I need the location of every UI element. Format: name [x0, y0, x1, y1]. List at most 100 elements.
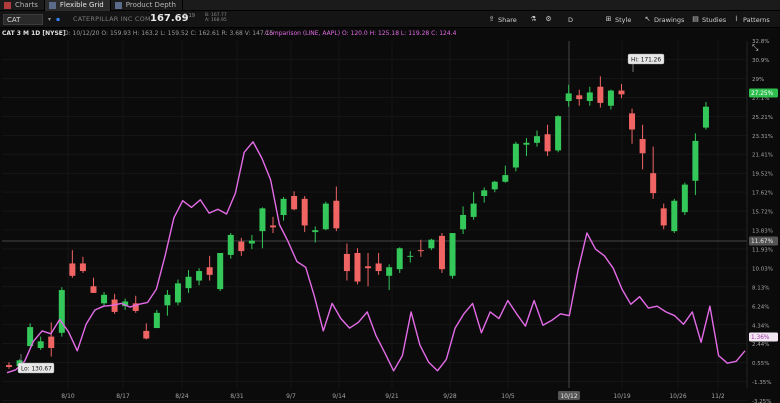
candle-down	[6, 365, 12, 367]
x-tick-label: 9/21	[385, 393, 399, 400]
candle-down	[270, 225, 276, 228]
candle-up	[227, 234, 234, 255]
candle-up	[322, 203, 329, 230]
candle-down	[438, 235, 445, 270]
candle-up	[185, 276, 192, 289]
candle-up	[428, 239, 435, 249]
candle-down	[650, 173, 657, 194]
candle-down	[333, 200, 340, 229]
candle-down	[206, 267, 213, 275]
candle-up	[164, 294, 171, 306]
y-tick-label: 0.55%	[752, 361, 769, 367]
y-tick-label: 10.03%	[752, 266, 773, 272]
lo-label: Lo: 130.67	[21, 367, 52, 373]
candle-down	[618, 90, 625, 95]
x-tick-label: 11/2	[711, 393, 725, 400]
plot-area	[2, 41, 747, 388]
candle-up	[607, 90, 614, 106]
candle-up	[217, 253, 224, 290]
candle-down	[291, 196, 298, 210]
x-tick-label: 8/24	[175, 393, 189, 400]
candle-down	[365, 266, 372, 269]
candle-up	[586, 92, 593, 101]
y-tick-label: 29%	[752, 77, 764, 83]
x-tick-label: 8/10	[61, 393, 75, 400]
y-tick-label: -1.35%	[752, 380, 771, 386]
candle-up	[502, 175, 509, 182]
y-tick-label: 21.41%	[752, 153, 773, 159]
candle-up	[681, 184, 688, 213]
y-tick-label: 15.72%	[752, 210, 773, 216]
x-tick-label: 9/28	[443, 393, 457, 400]
x-tick-label: 8/17	[116, 393, 130, 400]
candle-down	[143, 330, 150, 339]
candle-up	[407, 255, 414, 257]
candle-up	[153, 312, 160, 329]
zoom-icon: ⤡	[752, 43, 759, 52]
candle-up	[692, 140, 699, 181]
x-tick-label: 8/31	[230, 393, 244, 400]
candle-down	[417, 250, 424, 252]
candle-down	[48, 336, 55, 348]
compare-pct-label: 1.36%	[751, 335, 770, 341]
candle-up	[37, 341, 44, 348]
candle-down	[238, 241, 245, 252]
candle-up	[460, 215, 467, 230]
x-tick-label: 10/26	[669, 393, 686, 400]
candle-down	[69, 263, 76, 276]
candle-down	[354, 253, 361, 282]
x-tick-label: 10/19	[613, 393, 630, 400]
candle-up	[491, 181, 498, 190]
candle-up	[671, 200, 678, 232]
candle-up	[449, 233, 456, 276]
candle-up	[702, 106, 709, 128]
candle-up	[565, 93, 572, 101]
current-pct-label: 27.25%	[751, 91, 774, 97]
candle-down	[576, 95, 583, 100]
y-tick-label: 30.9%	[752, 58, 769, 64]
candle-down	[629, 113, 636, 130]
candle-up	[312, 230, 319, 233]
candle-up	[470, 203, 477, 217]
candle-up	[174, 283, 181, 303]
y-tick-label: 25.21%	[752, 115, 773, 121]
candle-up	[280, 198, 287, 215]
candle-up	[481, 190, 488, 196]
cursor-pct-label: 11.67%	[751, 239, 774, 245]
candle-down	[660, 208, 667, 226]
candle-up	[512, 143, 519, 168]
candle-down	[79, 263, 86, 272]
cursor-date-label: 10/12	[560, 393, 577, 400]
y-tick-label: 11.93%	[752, 247, 773, 253]
candle-down	[343, 253, 350, 272]
candle-down	[639, 139, 646, 154]
candle-down	[375, 263, 382, 272]
candle-up	[396, 248, 403, 270]
x-tick-label: 10/5	[501, 393, 515, 400]
candle-down	[301, 198, 308, 226]
y-tick-label: 6.24%	[752, 304, 769, 310]
candle-down	[597, 86, 604, 103]
candle-up	[534, 136, 540, 143]
y-tick-label: 23.31%	[752, 134, 773, 140]
x-tick-label: 9/7	[286, 393, 296, 400]
hi-label: Hi: 171.26	[631, 58, 661, 64]
y-tick-label: 2.44%	[752, 342, 769, 348]
y-tick-label: 4.34%	[752, 323, 769, 329]
y-tick-label: 13.83%	[752, 229, 773, 235]
candle-down	[544, 134, 551, 152]
candle-up	[248, 240, 255, 244]
y-tick-label: 17.62%	[752, 191, 773, 197]
candle-up	[101, 294, 108, 304]
candle-up	[259, 208, 266, 232]
x-tick-label: 9/14	[332, 393, 346, 400]
y-tick-label: -3.25%	[752, 399, 771, 403]
candle-up	[523, 142, 530, 145]
y-tick-label: 8.13%	[752, 285, 769, 291]
candle-up	[555, 116, 562, 151]
candle-up	[386, 267, 393, 276]
price-chart[interactable]: 32.8%30.9%29%27.1%25.21%23.31%21.41%19.5…	[0, 0, 780, 403]
y-tick-label: 19.52%	[752, 172, 773, 178]
candle-down	[90, 286, 97, 293]
candle-up	[196, 271, 203, 281]
